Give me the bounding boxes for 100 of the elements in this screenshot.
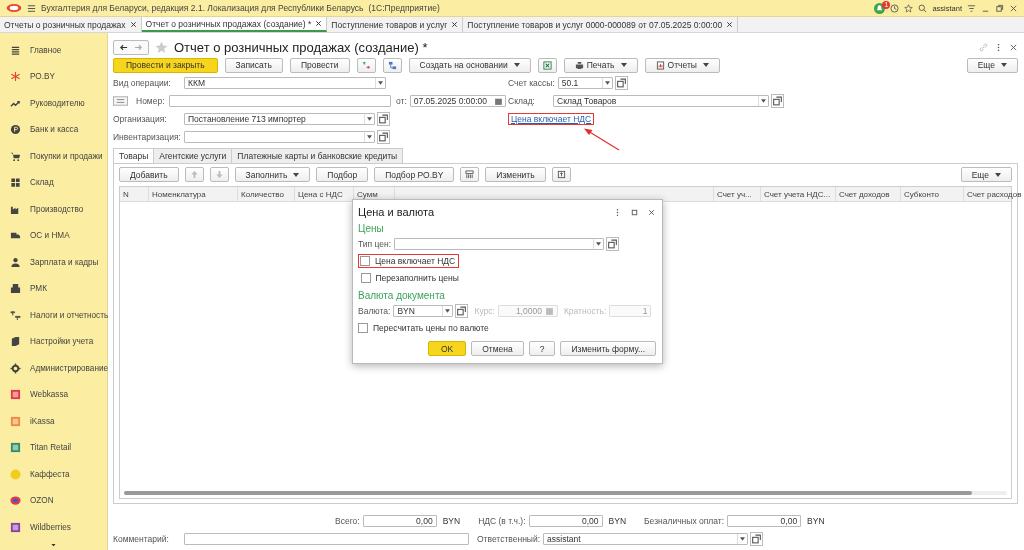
organization-field[interactable]: Постановление 713 импортер [184, 113, 375, 125]
sidebar-item[interactable]: Налоги и отчетность [30, 310, 109, 320]
post-and-close-button[interactable]: Провести и закрыть [113, 57, 218, 73]
close-icon[interactable] [129, 21, 137, 28]
page-tab[interactable]: Агентские услуги [153, 148, 233, 163]
scroll-down-icon[interactable] [50, 543, 57, 546]
price-type-field[interactable] [394, 238, 605, 250]
close-icon[interactable] [647, 207, 656, 217]
checkbox-label[interactable]: Цена включает НДС [375, 256, 456, 266]
table-button[interactable]: Подбор РО.BY [374, 167, 455, 182]
dropdown-button[interactable] [364, 132, 374, 142]
numbering-icon[interactable] [113, 96, 128, 106]
scrollbar[interactable] [124, 491, 1007, 495]
sidebar-item[interactable]: Wildberries [30, 522, 71, 532]
responsible-field[interactable]: assistant [543, 533, 749, 545]
price-includes-vat-link[interactable]: Цена включает НДС [511, 114, 592, 124]
checkbox[interactable] [360, 273, 371, 283]
fill-menu-button[interactable]: Заполнить [234, 167, 311, 182]
more-button[interactable]: Еще [966, 57, 1018, 73]
checkbox[interactable] [358, 323, 368, 333]
open-icon[interactable] [455, 304, 469, 318]
form-button[interactable] [551, 167, 571, 182]
sidebar-item[interactable]: Руководителю [30, 98, 85, 108]
sidebar-item[interactable]: Покупки и продажи [30, 151, 103, 161]
table-button[interactable]: Добавить [119, 167, 179, 182]
open-icon[interactable] [606, 237, 620, 251]
sidebar-item[interactable]: РМК [30, 284, 47, 294]
checkbox[interactable] [360, 256, 370, 266]
menu-icon[interactable] [27, 3, 36, 13]
dropdown-button[interactable] [601, 78, 612, 88]
dialog-button[interactable]: ? [528, 341, 556, 356]
sidebar-item[interactable]: РО.BY [30, 72, 55, 82]
navigation-buttons[interactable] [113, 39, 149, 55]
operation-type-field[interactable]: ККМ [184, 77, 386, 89]
sidebar-item[interactable]: Производство [30, 204, 84, 214]
warehouse-field[interactable]: Склад Товаров [553, 95, 769, 107]
menu-button[interactable]: Создать на основании [408, 57, 531, 73]
toolbar-button[interactable]: Провести [289, 57, 350, 73]
open-icon[interactable] [771, 94, 784, 108]
dropdown-button[interactable] [737, 534, 748, 544]
sidebar-item[interactable]: Администрирование [30, 363, 109, 373]
star-icon[interactable] [904, 3, 914, 13]
sidebar-item[interactable]: Настройки учета [30, 337, 94, 347]
column-header[interactable]: Счет учета НДС... [761, 187, 836, 201]
back-icon[interactable] [119, 42, 128, 52]
date-field[interactable]: 07.05.2025 0:00:00 [409, 95, 506, 107]
more-button[interactable]: Еще [960, 167, 1012, 182]
sidebar-item[interactable]: Банк и касса [30, 125, 79, 135]
open-icon[interactable] [614, 76, 628, 90]
checkbox-label[interactable]: Перезаполнить цены [375, 273, 459, 283]
column-header[interactable]: Количество [238, 187, 295, 201]
close-icon[interactable] [1009, 3, 1018, 13]
history-icon[interactable] [890, 3, 900, 13]
table-button[interactable]: Подбор [316, 167, 369, 182]
open-icon[interactable] [377, 112, 390, 126]
sidebar-item[interactable]: Webkassa [30, 390, 69, 400]
sidebar-item[interactable]: ОС и НМА [30, 231, 70, 241]
comment-field[interactable] [184, 533, 469, 545]
sidebar-item[interactable]: Склад [30, 178, 54, 188]
dropdown-button[interactable] [364, 114, 374, 124]
close-icon[interactable] [1009, 42, 1018, 52]
column-header[interactable]: Номенклатура [149, 187, 238, 201]
open-icon[interactable] [750, 532, 764, 546]
open-icon[interactable] [377, 130, 390, 144]
toolbar-button[interactable]: Записать [224, 57, 283, 73]
sidebar-item[interactable]: Зарплата и кадры [30, 257, 99, 267]
structure-button[interactable] [382, 57, 402, 73]
column-header[interactable]: N [120, 187, 149, 201]
print-button[interactable]: Печать [563, 57, 638, 73]
column-header[interactable]: Счет расходов [964, 187, 1024, 201]
calendar-icon[interactable] [493, 96, 503, 106]
settings-icon[interactable] [967, 3, 976, 13]
sidebar-item[interactable]: Каффеста [30, 469, 70, 479]
cash-account-field[interactable]: 50.1 [557, 77, 613, 89]
dropdown-button[interactable] [593, 239, 604, 249]
star-icon[interactable] [155, 40, 168, 54]
window-tab[interactable]: Отчет о розничных продажах (создание) * [141, 17, 328, 32]
barcode-button[interactable] [460, 167, 480, 182]
sidebar-item[interactable]: Главное [30, 45, 62, 55]
sidebar-item[interactable]: iKassa [30, 416, 55, 426]
close-icon[interactable] [451, 21, 459, 28]
inventory-field[interactable] [184, 131, 375, 143]
restore-icon[interactable] [995, 3, 1004, 13]
ok-button[interactable]: OK [427, 341, 467, 356]
search-icon[interactable] [918, 3, 928, 13]
currency-field[interactable]: BYN [393, 305, 454, 317]
page-tab[interactable]: Платежные карты и банковские кредиты [231, 148, 404, 163]
dialog-button[interactable]: Изменить форму... [560, 341, 656, 356]
dropdown-button[interactable] [758, 96, 768, 106]
checkbox-label[interactable]: Пересчитать цены по валюте [373, 323, 489, 333]
sidebar-item[interactable]: Titan Retail [30, 443, 72, 453]
column-header[interactable]: Счет уч... [714, 187, 761, 201]
dropdown-button[interactable] [375, 78, 385, 88]
column-header[interactable]: Субконто [901, 187, 964, 201]
reports-button[interactable]: Отчеты [644, 57, 720, 73]
table-button[interactable]: Изменить [485, 167, 546, 182]
close-icon[interactable] [726, 21, 734, 28]
number-field[interactable] [169, 95, 391, 107]
maximize-icon[interactable] [630, 207, 639, 217]
dialog-button[interactable]: Отмена [471, 341, 524, 356]
